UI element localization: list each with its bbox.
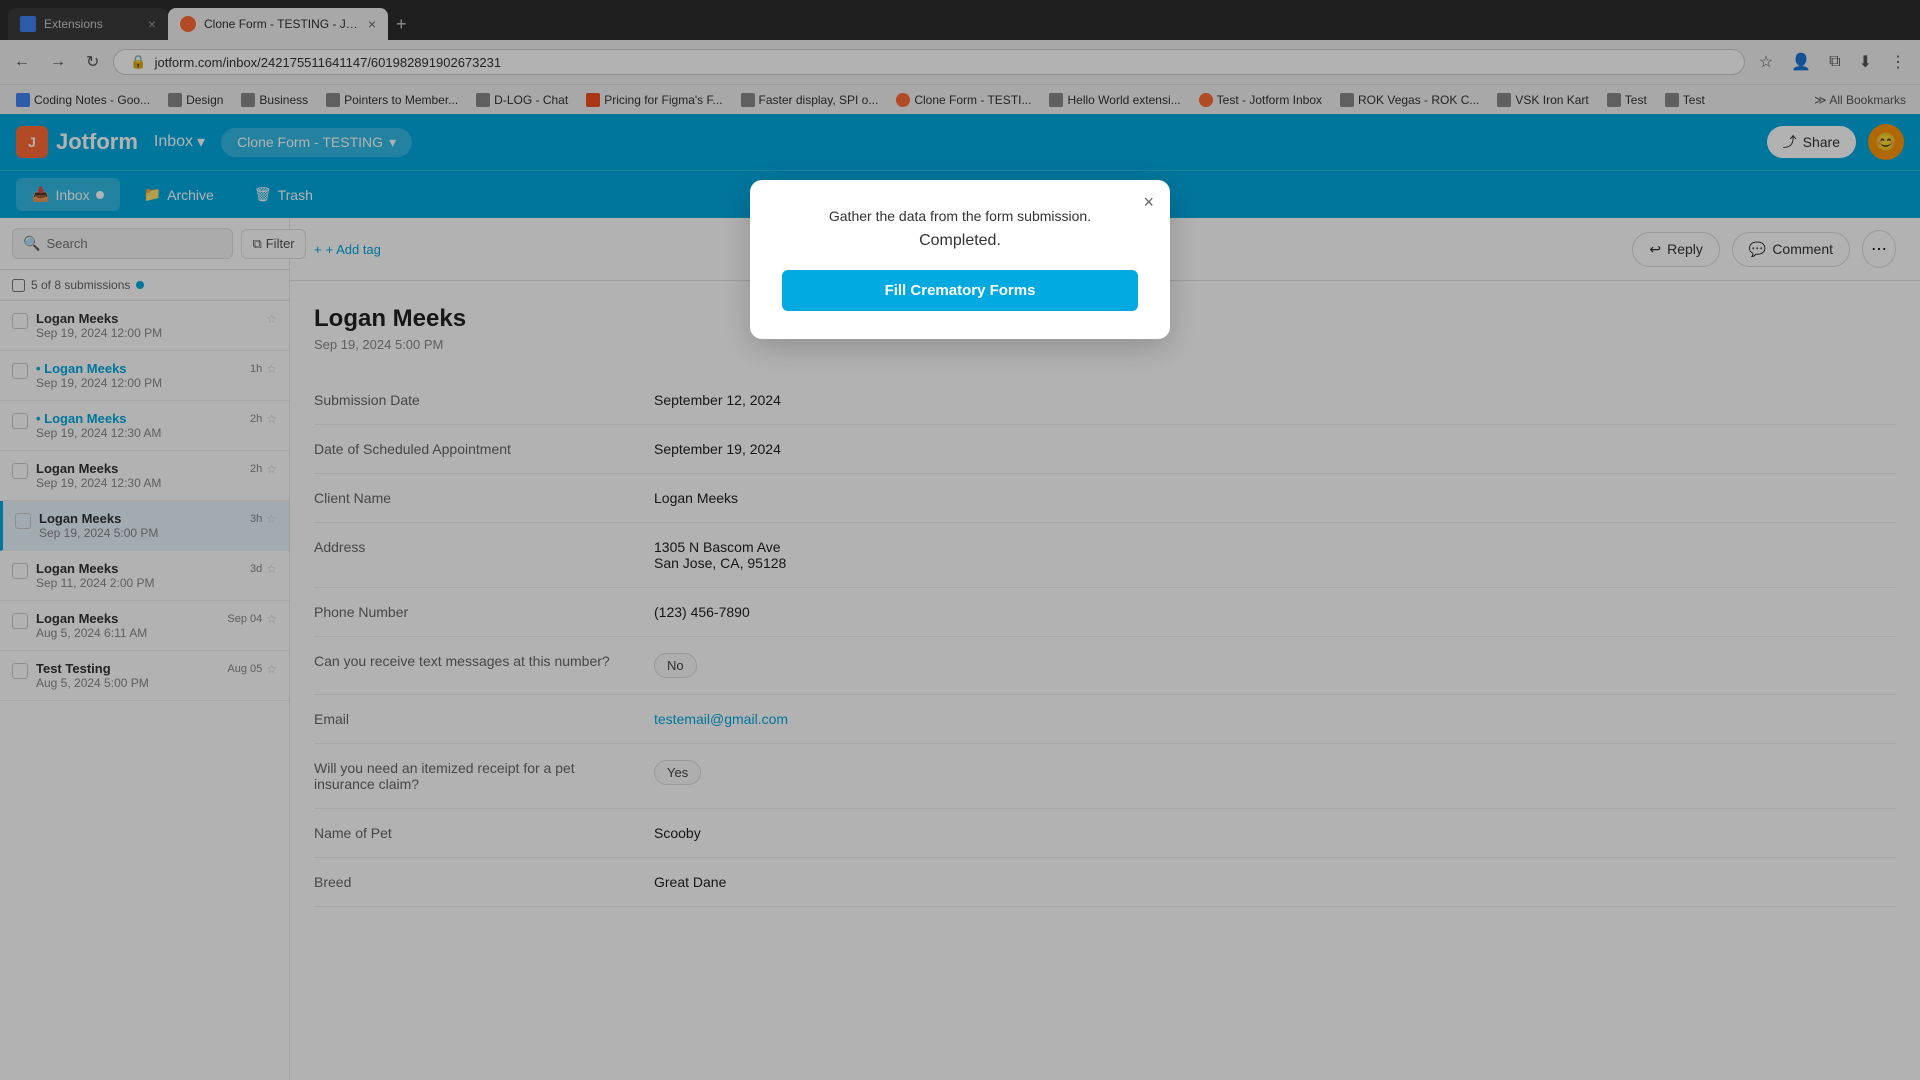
modal-description: Gather the data from the form submission… [782, 208, 1138, 224]
fill-crematory-modal: × Gather the data from the form submissi… [750, 180, 1170, 339]
modal-close-button[interactable]: × [1143, 192, 1154, 213]
fill-crematory-forms-button[interactable]: Fill Crematory Forms [782, 270, 1138, 311]
modal-overlay[interactable]: × Gather the data from the form submissi… [0, 0, 1920, 1080]
modal-status: Completed. [782, 232, 1138, 250]
